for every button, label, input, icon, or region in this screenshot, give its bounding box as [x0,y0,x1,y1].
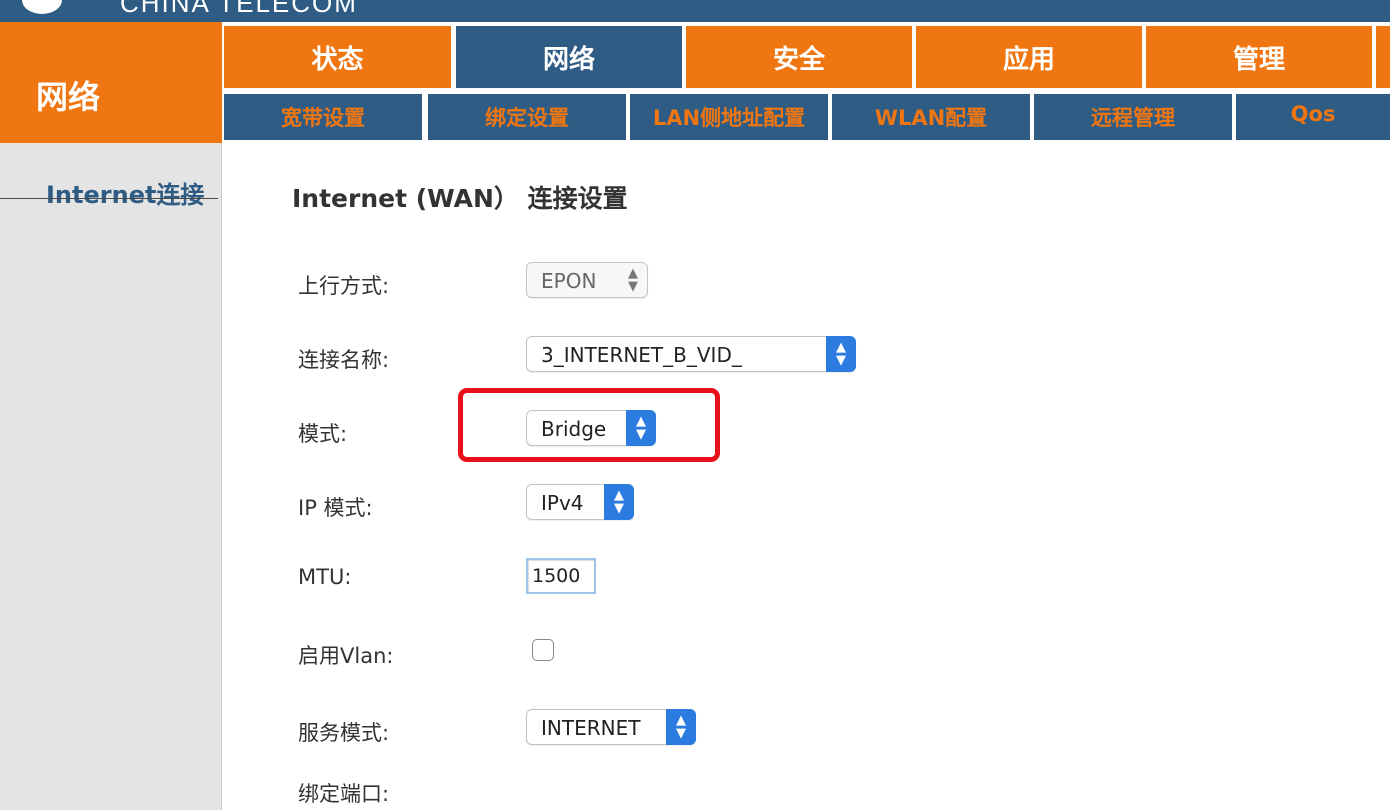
sub-nav-remote-management[interactable]: 远程管理 [1034,94,1232,140]
ip-mode-value: IPv4 [541,491,584,515]
sub-nav-wlan[interactable]: WLAN配置 [832,94,1030,140]
service-mode-label: 服务模式: [298,721,390,745]
select-arrows-icon: ▲ ▼ [604,484,634,520]
main-nav: 状态 网络 安全 应用 管理 [224,26,1390,88]
connection-name-label: 连接名称: [298,348,390,372]
main-nav-tab-network[interactable]: 网络 [456,26,682,88]
sub-nav-binding[interactable]: 绑定设置 [428,94,626,140]
mtu-label: MTU: [298,565,352,589]
sub-nav-lan-address[interactable]: LAN侧地址配置 [630,94,828,140]
mode-highlight-annotation [458,388,720,462]
enable-vlan-label: 启用Vlan: [298,644,394,668]
main-nav-tab-security[interactable]: 安全 [686,26,912,88]
sub-nav: 宽带设置 绑定设置 LAN侧地址配置 WLAN配置 远程管理 Qos [224,94,1390,140]
sidebar-divider [0,198,218,199]
section-title: 网络 [36,78,101,116]
brand-text: CHINA TELECOM [120,0,358,18]
page-title: Internet (WAN） 连接设置 [292,184,628,213]
connection-name-select[interactable]: 3_INTERNET_B_VID_ ▲ ▼ [526,336,856,372]
service-mode-value: INTERNET [541,716,641,740]
ip-mode-label: IP 模式: [298,496,373,520]
uplink-mode-label: 上行方式: [298,274,390,298]
select-arrows-icon: ▲ ▼ [666,709,696,745]
sidebar-item-internet-connection[interactable]: Internet连接 [46,175,204,210]
top-banner: CHINA TELECOM [0,0,1390,22]
sub-nav-broadband[interactable]: 宽带设置 [224,94,422,140]
select-arrows-icon: ▲ ▼ [628,266,638,294]
select-arrows-icon: ▲ ▼ [826,336,856,372]
content-panel: Internet (WAN） 连接设置 上行方式: EPON ▲ ▼ 连接名称: … [222,143,1390,810]
mtu-input[interactable]: 1500 [526,558,596,594]
main-nav-tab-overflow[interactable] [1376,26,1390,88]
section-header: 网络 [0,22,222,143]
main-nav-tab-status[interactable]: 状态 [224,26,451,88]
service-mode-select[interactable]: INTERNET ▲ ▼ [526,709,696,745]
mode-label: 模式: [298,422,348,446]
uplink-mode-select[interactable]: EPON ▲ ▼ [526,262,648,298]
china-telecom-logo-icon [22,0,62,14]
sidebar: Internet连接 [0,143,222,810]
bind-port-label: 绑定端口: [298,782,390,806]
connection-name-value: 3_INTERNET_B_VID_ [541,343,742,367]
sub-nav-qos[interactable]: Qos [1236,94,1390,140]
main-nav-tab-management[interactable]: 管理 [1146,26,1372,88]
ip-mode-select[interactable]: IPv4 ▲ ▼ [526,484,634,520]
main-nav-tab-apps[interactable]: 应用 [916,26,1142,88]
enable-vlan-checkbox[interactable] [532,639,554,661]
uplink-mode-value: EPON [541,269,597,293]
